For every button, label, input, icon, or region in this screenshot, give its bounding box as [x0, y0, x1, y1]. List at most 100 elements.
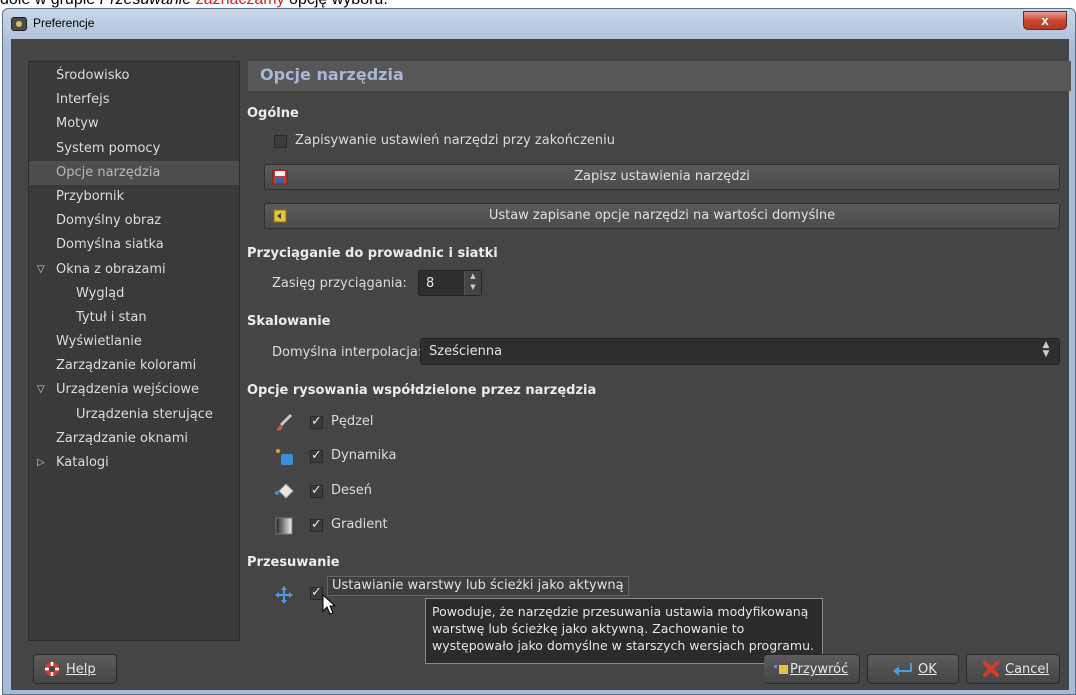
combo-arrows-icon: ▲ ▼: [1042, 340, 1050, 359]
tree-item-label: Opcje narzędzia: [56, 164, 161, 180]
snap-range-spinbutton[interactable]: 8 ▲ ▼: [418, 270, 482, 296]
caption-part-2: Przesuwanie: [100, 0, 192, 8]
move-active-label[interactable]: Ustawianie warstwy lub ścieżki jako akty…: [327, 576, 629, 596]
tree-item-domyslny-obraz[interactable]: Domyślny obraz: [29, 209, 239, 233]
dynamics-checkbox[interactable]: [310, 448, 323, 463]
section-heading-general: Ogólne: [247, 106, 299, 121]
tree-item-label: Urządzenia sterujące: [76, 406, 213, 422]
reset-tool-options-button[interactable]: Ustaw zapisane opcje narzędzi na wartośc…: [264, 203, 1060, 229]
section-heading-scaling: Skalowanie: [247, 314, 331, 329]
gradient-label[interactable]: Gradient: [331, 517, 388, 532]
window-title: Preferencje: [33, 16, 95, 30]
cancel-label: Cancel: [1005, 662, 1050, 677]
tree-item-okna-z-obrazami[interactable]: ▽ Okna z obrazami: [29, 258, 239, 282]
close-button[interactable]: x: [1023, 11, 1067, 30]
tree-item-katalogi[interactable]: ▷ Katalogi: [29, 451, 239, 475]
tooltip-line-1: Powoduje, że narzędzie przesuwania ustaw…: [432, 604, 809, 619]
brush-label[interactable]: Pędzel: [331, 414, 374, 429]
tree-item-label: Interfejs: [56, 92, 110, 108]
ok-label: OK: [918, 662, 937, 677]
save-tool-options-label: Zapisz ustawienia narzędzi: [574, 169, 750, 184]
lifebuoy-icon: [45, 662, 59, 676]
pattern-label[interactable]: Deseń: [331, 483, 372, 498]
tooltip-line-3: występowało jako domyślne w starszych we…: [432, 638, 815, 653]
tree-item-srodowisko[interactable]: Środowisko: [29, 64, 239, 88]
save-tool-options-button[interactable]: Zapisz ustawienia narzędzi: [264, 164, 1060, 190]
tree-item-label: Motyw: [56, 116, 99, 132]
gimp-app-icon: [11, 17, 27, 31]
tree-item-urzadzenia-wejsciowe[interactable]: ▽ Urządzenia wejściowe: [29, 378, 239, 402]
tree-item-opcje-narzedzia[interactable]: Opcje narzędzia: [29, 160, 239, 185]
tree-item-zarzadzanie-kolorami[interactable]: Zarządzanie kolorami: [29, 354, 239, 378]
dynamics-label[interactable]: Dynamika: [331, 448, 396, 463]
interpolation-value: Sześcienna: [429, 344, 503, 359]
reset-text: Przywróć: [790, 662, 849, 677]
interpolation-combobox[interactable]: Sześcienna ▲ ▼: [420, 338, 1060, 365]
move-option-tooltip: Powoduje, że narzędzie przesuwania ustaw…: [425, 598, 823, 664]
help-button[interactable]: Help: [33, 654, 117, 684]
tree-item-label: Urządzenia wejściowe: [56, 382, 200, 398]
snap-range-label: Zasięg przyciągania:: [272, 276, 407, 291]
expanded-arrow-icon[interactable]: ▽: [37, 378, 49, 402]
caption-part-4: opcję wyboru.: [285, 0, 388, 8]
snap-range-value: 8: [426, 276, 435, 291]
tooltip-line-2: warstwę lub ścieżkę jako aktywną. Zachow…: [432, 621, 745, 636]
save-on-exit-checkbox[interactable]: [274, 135, 287, 148]
help-label: Help: [66, 662, 96, 677]
section-heading-move: Przesuwanie: [247, 555, 340, 570]
tree-item-interfejs[interactable]: Interfejs: [29, 88, 239, 112]
brush-checkbox[interactable]: [310, 414, 323, 429]
revert-icon: [774, 665, 788, 674]
tree-item-wyglad[interactable]: Wygląd: [29, 282, 239, 306]
collapsed-arrow-icon[interactable]: ▷: [37, 451, 49, 475]
tree-item-wyswietlanie[interactable]: Wyświetlanie: [29, 330, 239, 354]
section-heading-snapping: Przyciąganie do prowadnic i siatki: [247, 246, 498, 261]
tree-item-label: Przybornik: [56, 188, 125, 204]
interpolation-label: Domyślna interpolacja:: [272, 345, 423, 360]
reset-button[interactable]: Przywróć: [764, 654, 860, 684]
title-bar[interactable]: Preferencje x: [3, 9, 1075, 37]
pattern-text: Deseń: [331, 483, 373, 498]
reset-tool-options-label: Ustaw zapisane opcje narzędzi na wartośc…: [488, 208, 836, 223]
paintbrush-icon: [277, 413, 293, 431]
tree-item-label: Domyślny obraz: [56, 213, 162, 229]
move-tool-icon: [275, 586, 293, 604]
page-title: Opcje narzędzia: [260, 65, 404, 84]
pattern-bucket-icon: [275, 483, 294, 499]
tree-item-label: Środowisko: [56, 68, 130, 83]
save-on-exit-text: Zapisywanie ustawień narzędzi przy zakoń…: [295, 133, 616, 148]
category-tree[interactable]: Środowisko Interfejs Motyw System pomocy…: [28, 61, 240, 641]
gradient-text: Gradient: [331, 517, 388, 532]
tree-item-label: Domyślna siatka: [56, 237, 164, 253]
tree-item-zarzadzanie-oknami[interactable]: Zarządzanie oknami: [29, 427, 239, 451]
dynamics-text: Dynamika: [331, 448, 397, 463]
brush-text: Pędzel: [331, 414, 374, 429]
gradient-checkbox[interactable]: [310, 517, 323, 532]
tree-item-system-pomocy[interactable]: System pomocy: [29, 137, 239, 161]
tree-item-label: Tytuł i stan: [76, 309, 147, 325]
cancel-button[interactable]: Cancel: [966, 654, 1060, 684]
save-on-exit-label[interactable]: Zapisywanie ustawień narzędzi przy zakoń…: [295, 133, 615, 148]
expanded-arrow-icon[interactable]: ▽: [37, 258, 49, 282]
tree-item-label: Wygląd: [76, 285, 125, 301]
page-header: Opcje narzędzia: [248, 61, 1071, 91]
gradient-icon: [275, 517, 293, 535]
tree-item-label: Wyświetlanie: [56, 334, 142, 350]
dynamics-icon: [276, 449, 293, 465]
cancel-x-icon: [983, 661, 999, 677]
tree-item-urzadzenia-sterujace[interactable]: Urządzenia sterujące: [29, 403, 239, 427]
enter-arrow-icon: [893, 663, 912, 676]
pattern-checkbox[interactable]: [310, 483, 323, 498]
caption-part-1: dole w grupie: [0, 0, 100, 8]
mouse-cursor-icon: [322, 594, 337, 615]
tree-item-label: System pomocy: [56, 140, 161, 156]
caption-part-3: zaznaczamy: [191, 0, 285, 8]
ok-button[interactable]: OK: [867, 654, 959, 684]
tree-item-tytul-i-stan[interactable]: Tytuł i stan: [29, 306, 239, 330]
reset-label: Przywróć: [790, 662, 848, 677]
tree-item-label: Okna z obrazami: [56, 261, 166, 277]
tree-item-przybornik[interactable]: Przybornik: [29, 185, 239, 209]
tree-item-domyslna-siatka[interactable]: Domyślna siatka: [29, 233, 239, 257]
tree-item-motyw[interactable]: Motyw: [29, 112, 239, 136]
spin-arrows-icon[interactable]: ▲ ▼: [464, 271, 481, 295]
